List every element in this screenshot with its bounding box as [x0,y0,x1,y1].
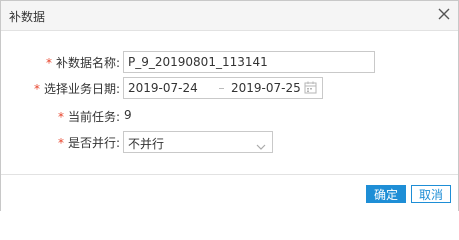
name-label: * 补数据名称: [45,56,120,70]
business-date-range-picker[interactable]: 2019-07-24 2019-07-25 [123,77,323,99]
dialog-title: 补数据 [9,10,46,24]
required-mark: * [45,56,52,70]
confirm-button[interactable]: 确定 [366,185,406,203]
parallel-label: * 是否并行: [57,136,120,150]
date-range-separator [219,88,224,89]
form-row-date: * 选择业务日期: 2019-07-24 2019-07-25 [1,77,458,99]
tasks-label: * 当前任务: [57,110,120,124]
close-icon[interactable] [436,6,452,22]
backfill-name-input[interactable] [123,51,375,73]
required-mark: * [57,110,64,124]
form-row-tasks: * 当前任务: 9 [1,105,458,127]
parallel-selected-value: 不并行 [128,137,165,151]
backfill-dialog: 补数据 *补数据名称: *选择业务日期: 2019-07-24 2019-07-… [0,0,459,211]
required-mark: * [33,82,40,96]
chevron-down-icon [256,139,266,153]
date-label: * 选择业务日期: [33,82,120,96]
form-row-name: * 补数据名称: [1,51,458,73]
form-row-parallel: * 是否并行: 不并行 [1,131,458,153]
dialog-footer: 确定 取消 [1,174,458,211]
calendar-icon[interactable] [304,81,317,97]
current-task-count: 9 [124,108,132,122]
parallel-select[interactable]: 不并行 [123,131,273,153]
required-mark: * [57,136,64,150]
date-start-value[interactable]: 2019-07-24 [128,81,198,95]
cancel-button[interactable]: 取消 [411,185,451,203]
dialog-header: 补数据 [1,1,458,31]
date-end-value[interactable]: 2019-07-25 [231,81,301,95]
